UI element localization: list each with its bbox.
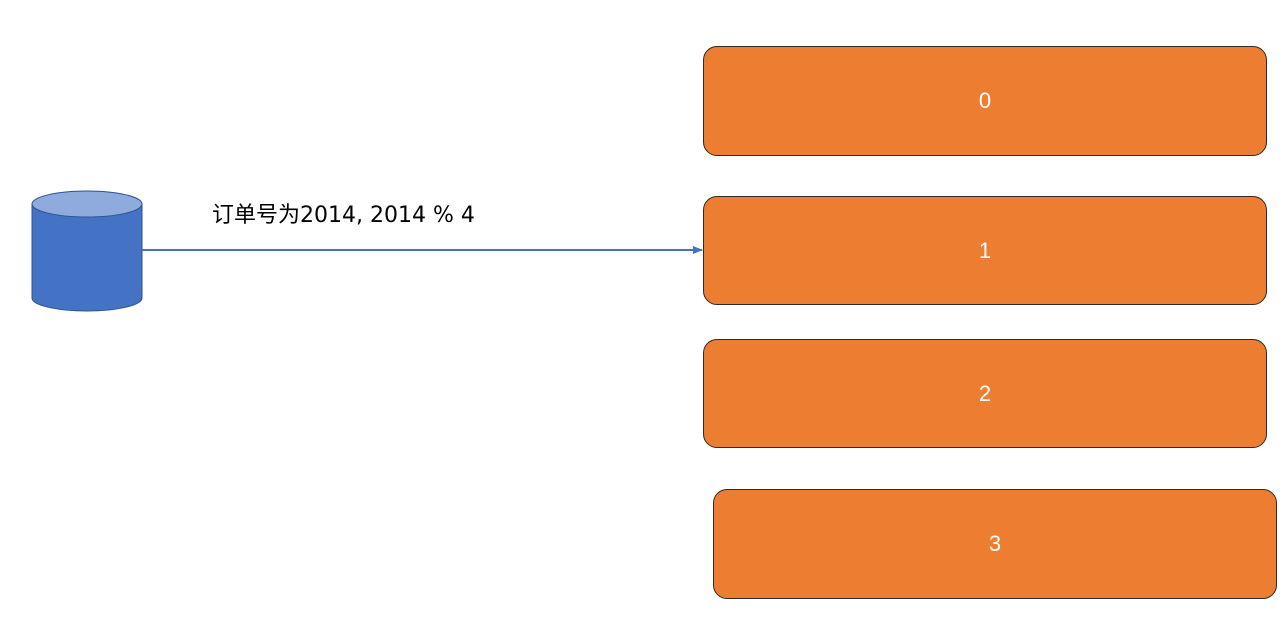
bucket-label-2: 2 [978,380,992,406]
bucket-1: 1 [703,196,1267,305]
bucket-0: 0 [703,46,1267,156]
bucket-label-3: 3 [988,531,1002,556]
database-cylinder-icon [31,190,143,312]
routing-arrow-label: 订单号为2014, 2014 % 4 [212,203,475,228]
bucket-2: 2 [703,339,1267,448]
sharding-diagram: 订单号为2014, 2014 % 4 0 1 2 3 [0,0,1287,632]
bucket-label-1: 1 [978,237,992,263]
bucket-3: 3 [713,489,1277,599]
bucket-label-0: 0 [978,88,992,113]
